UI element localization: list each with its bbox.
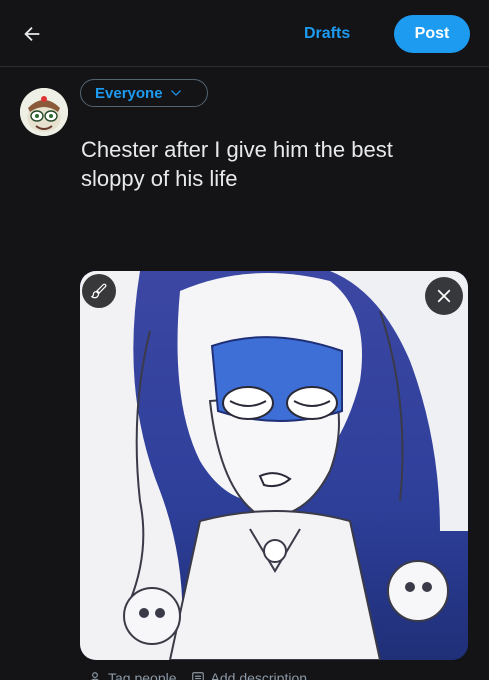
audience-label: Everyone	[95, 84, 163, 102]
add-description-button[interactable]: Add description	[191, 668, 308, 680]
back-button[interactable]	[18, 20, 46, 48]
attached-image	[80, 271, 468, 660]
add-description-label: Add description	[210, 670, 308, 680]
tag-people-label: Tag people	[108, 670, 177, 680]
compose-screen: Drafts Post Everyone Chester after I giv…	[0, 0, 489, 680]
tag-people-button[interactable]: Tag people	[88, 668, 177, 680]
edit-image-button[interactable]	[82, 274, 116, 308]
description-icon	[191, 672, 204, 680]
arrow-left-icon	[24, 26, 40, 42]
compose-header: Drafts Post	[0, 0, 489, 67]
media-actions: Tag people Add description	[88, 668, 307, 680]
attached-image-art	[80, 271, 468, 660]
tweet-text[interactable]: Chester after I give him the best sloppy…	[81, 135, 461, 193]
post-button[interactable]: Post	[394, 15, 470, 53]
user-avatar-image	[20, 88, 68, 136]
drafts-button[interactable]: Drafts	[304, 22, 350, 46]
avatar[interactable]	[20, 88, 68, 136]
audience-selector[interactable]: Everyone	[80, 79, 208, 107]
paintbrush-icon	[90, 283, 107, 299]
close-icon	[437, 289, 451, 303]
remove-image-button[interactable]	[425, 277, 463, 315]
chevron-down-icon	[170, 90, 181, 96]
person-icon	[91, 672, 99, 680]
